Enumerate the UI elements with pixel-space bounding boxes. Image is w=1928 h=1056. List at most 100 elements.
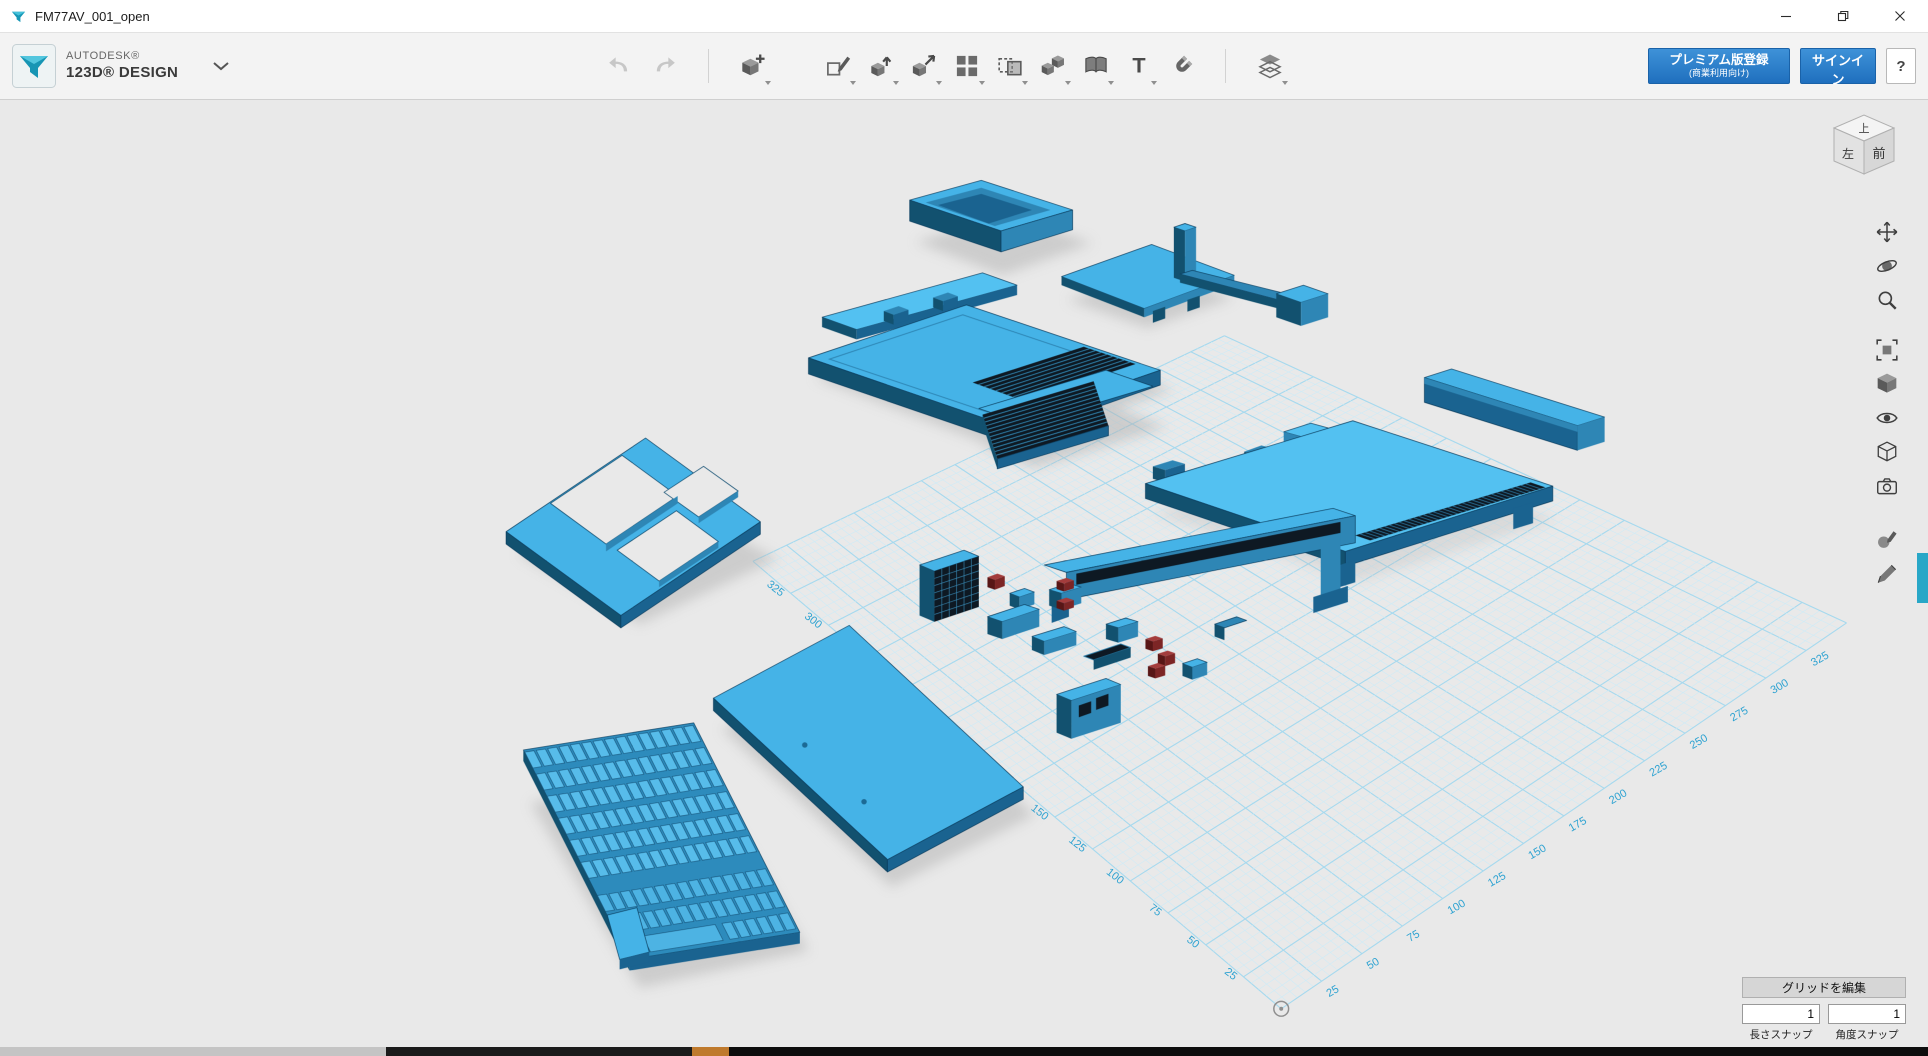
group-icon — [997, 53, 1023, 79]
tool-combine-button[interactable] — [1031, 44, 1074, 88]
dropdown-caret-icon — [1108, 81, 1114, 85]
taskbar-segment — [692, 1047, 729, 1056]
dropdown-caret-icon — [765, 81, 771, 85]
part-front-panel-frame[interactable] — [506, 438, 760, 628]
chevron-down-icon — [212, 61, 230, 71]
material-button[interactable] — [1872, 525, 1902, 555]
dropdown-caret-icon — [893, 81, 899, 85]
brand-block: AUTODESK® 123D® DESIGN — [12, 44, 234, 88]
camera-icon — [1875, 474, 1899, 498]
view-mode-button[interactable] — [1872, 369, 1902, 399]
svg-text:T: T — [1132, 53, 1145, 78]
wireframe-button[interactable] — [1872, 437, 1902, 467]
combine-icon — [1040, 53, 1066, 79]
tool-material-button[interactable] — [1074, 44, 1117, 88]
svg-text:250: 250 — [1688, 732, 1710, 752]
text-tool-icon: T — [1126, 53, 1152, 79]
tool-layers-button[interactable] — [1248, 44, 1291, 88]
taskbar-segment — [729, 1047, 1928, 1056]
app-toolbar: AUTODESK® 123D® DESIGN — [0, 33, 1928, 100]
svg-text:175: 175 — [1567, 815, 1589, 835]
sketch-icon — [825, 53, 851, 79]
view-cube[interactable]: 上 左 前 — [1822, 108, 1906, 200]
length-snap-input[interactable] — [1742, 1004, 1820, 1024]
material-sphere-icon — [1875, 528, 1899, 552]
viewcube-front-label: 前 — [1872, 146, 1885, 161]
undo-button[interactable] — [598, 44, 642, 88]
tool-group-button[interactable] — [988, 44, 1031, 88]
screenshot-button[interactable] — [1872, 471, 1902, 501]
length-snap-label: 長さスナップ — [1742, 1027, 1820, 1042]
premium-register-button[interactable]: プレミアム版登録 (商業利用向け) — [1648, 48, 1790, 84]
dropdown-caret-icon — [1022, 81, 1028, 85]
tool-sketch-button[interactable] — [816, 44, 859, 88]
primitives-icon — [740, 53, 766, 79]
svg-text:50: 50 — [1365, 956, 1382, 973]
account-area: プレミアム版登録 (商業利用向け) サインイン ? — [1648, 48, 1916, 84]
toolbar-separator — [1225, 49, 1226, 83]
fit-view-button[interactable] — [1872, 335, 1902, 365]
sign-in-button[interactable]: サインイン — [1800, 48, 1876, 84]
orbit-button[interactable] — [1872, 251, 1902, 281]
help-button[interactable]: ? — [1886, 48, 1916, 84]
svg-text:300: 300 — [1769, 677, 1791, 697]
svg-text:100: 100 — [1446, 898, 1468, 918]
premium-sublabel: (商業利用向け) — [1689, 68, 1749, 79]
svg-text:150: 150 — [1526, 842, 1548, 862]
dropdown-caret-icon — [936, 81, 942, 85]
material-book-icon — [1083, 53, 1109, 79]
dropdown-caret-icon — [1065, 81, 1071, 85]
viewcube-left-label: 左 — [1842, 146, 1854, 161]
taskbar-edge[interactable] — [0, 1047, 1928, 1056]
dropdown-caret-icon — [850, 81, 856, 85]
restore-button[interactable] — [1814, 0, 1871, 32]
fit-view-icon — [1875, 338, 1899, 362]
main-menu-button[interactable] — [208, 55, 234, 78]
tool-primitives-button[interactable] — [731, 44, 774, 88]
view-cube-icon — [1875, 372, 1899, 396]
angle-snap-label: 角度スナップ — [1828, 1027, 1906, 1042]
svg-text:150: 150 — [1028, 802, 1050, 823]
tool-modify-button[interactable] — [902, 44, 945, 88]
pan-button[interactable] — [1872, 217, 1902, 247]
edit-grid-button[interactable]: グリッドを編集 — [1742, 977, 1906, 998]
restore-icon — [1837, 10, 1849, 22]
tool-text-button[interactable]: T — [1117, 44, 1160, 88]
tool-pattern-button[interactable] — [945, 44, 988, 88]
close-icon — [1894, 10, 1906, 22]
navigation-toolbar — [1872, 217, 1902, 589]
side-panel-handle[interactable] — [1917, 553, 1928, 603]
svg-text:225: 225 — [1648, 760, 1670, 780]
construct-icon — [868, 53, 894, 79]
redo-button[interactable] — [642, 44, 686, 88]
layers-icon — [1257, 53, 1283, 79]
pattern-icon — [954, 53, 980, 79]
svg-text:25: 25 — [1222, 966, 1239, 983]
redo-icon — [651, 55, 677, 77]
svg-text:200: 200 — [1607, 787, 1629, 807]
brand-line1: AUTODESK® — [66, 50, 178, 63]
app-icon — [10, 8, 27, 25]
svg-text:325: 325 — [764, 578, 786, 599]
svg-text:325: 325 — [1809, 649, 1831, 669]
svg-text:300: 300 — [802, 610, 824, 631]
viewport: 3253002752502252001751501251007550252550… — [0, 99, 1928, 1047]
viewport-canvas[interactable]: 3253002752502252001751501251007550252550… — [0, 99, 1928, 1047]
visibility-button[interactable] — [1872, 403, 1902, 433]
window-title: FM77AV_001_open — [35, 9, 150, 24]
close-button[interactable] — [1871, 0, 1928, 32]
part-right-rail[interactable] — [1424, 369, 1604, 450]
viewcube-top-label: 上 — [1859, 122, 1870, 135]
minimize-icon — [1780, 10, 1792, 22]
dropdown-caret-icon — [1282, 81, 1288, 85]
tool-construct-button[interactable] — [859, 44, 902, 88]
svg-text:25: 25 — [1325, 983, 1342, 1000]
angle-snap-input[interactable] — [1828, 1004, 1906, 1024]
tool-snap-button[interactable] — [1160, 44, 1203, 88]
pencil-icon — [1875, 562, 1899, 586]
minimize-button[interactable] — [1757, 0, 1814, 32]
taskbar-segment — [0, 1047, 386, 1056]
zoom-button[interactable] — [1872, 285, 1902, 315]
autodesk-123d-logo-icon — [12, 44, 56, 88]
sketch-edit-button[interactable] — [1872, 559, 1902, 589]
